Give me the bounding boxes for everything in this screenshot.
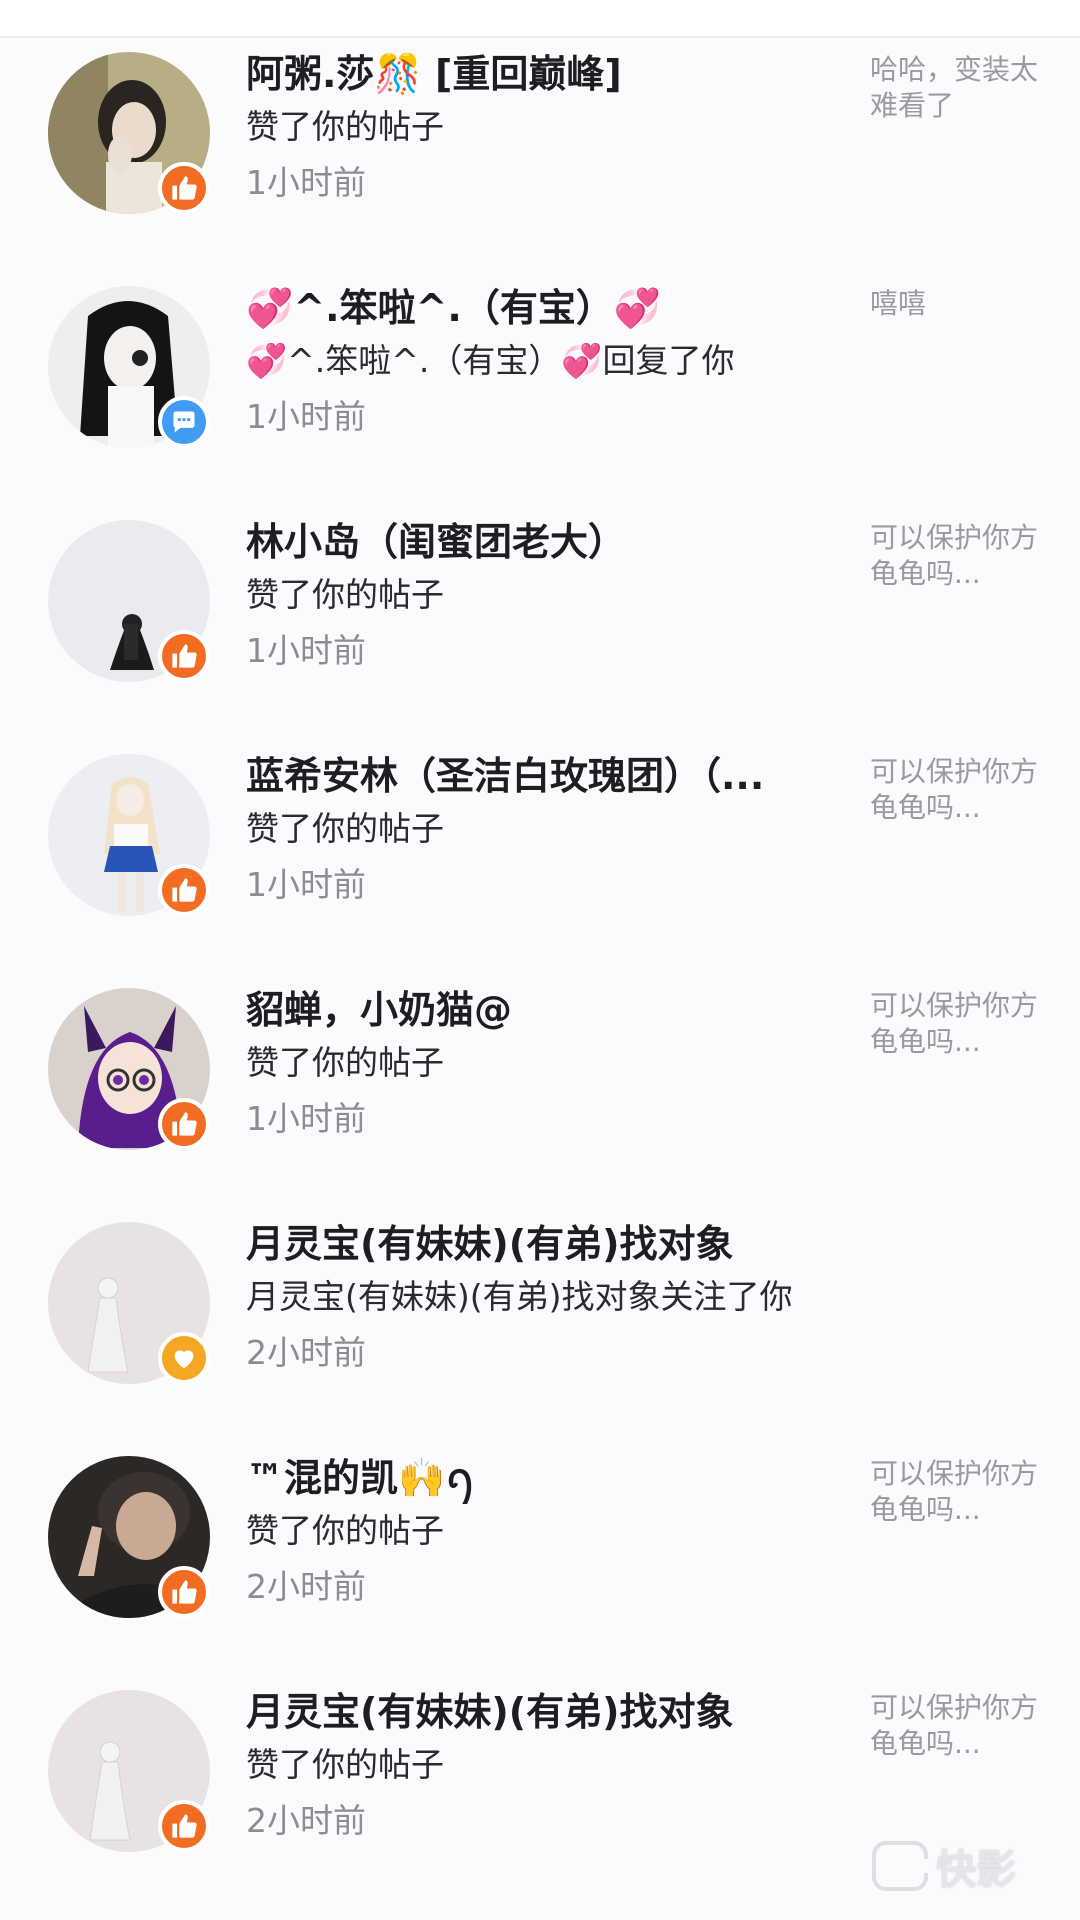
notification-item[interactable]: 💞^.笨啦^.（有宝）💞 💞^.笨啦^.（有宝）💞回复了你 1小时前 嘻嘻 bbox=[0, 272, 1080, 506]
notification-text: 赞了你的帖子 bbox=[246, 1043, 444, 1082]
post-preview[interactable]: 哈哈，变装太难看了 bbox=[870, 52, 1040, 124]
sender-name[interactable]: 蓝希安林（圣洁白玫瑰团）（... bbox=[246, 750, 846, 802]
notification-text: 赞了你的帖子 bbox=[246, 575, 444, 614]
comment-icon bbox=[158, 396, 210, 448]
timestamp: 2小时前 bbox=[246, 1567, 366, 1606]
thumbs-up-icon bbox=[158, 1800, 210, 1852]
sender-name[interactable]: 月灵宝(有妹妹)(有弟)找对象 bbox=[246, 1218, 846, 1270]
post-preview[interactable]: 嘻嘻 bbox=[870, 286, 1040, 322]
notification-list: 阿粥.莎🎊 [重回巅峰] 赞了你的帖子 1小时前 哈哈，变装太难看了 💞^.笨啦… bbox=[0, 38, 1080, 1910]
notification-item[interactable]: 阿粥.莎🎊 [重回巅峰] 赞了你的帖子 1小时前 哈哈，变装太难看了 bbox=[0, 38, 1080, 272]
notification-item[interactable]: 月灵宝(有妹妹)(有弟)找对象 月灵宝(有妹妹)(有弟)找对象关注了你 2小时前 bbox=[0, 1208, 1080, 1442]
watermark-text: 快影 bbox=[936, 1847, 1016, 1893]
timestamp: 2小时前 bbox=[246, 1801, 366, 1840]
timestamp: 1小时前 bbox=[246, 631, 366, 670]
top-bar bbox=[0, 0, 1080, 38]
thumbs-up-icon bbox=[158, 630, 210, 682]
post-preview[interactable]: 可以保护你方龟龟吗... bbox=[870, 988, 1040, 1060]
post-preview[interactable]: 可以保护你方龟龟吗... bbox=[870, 1456, 1040, 1528]
timestamp: 1小时前 bbox=[246, 1099, 366, 1138]
post-preview[interactable]: 可以保护你方龟龟吗... bbox=[870, 754, 1040, 826]
camera-logo-icon bbox=[872, 1841, 928, 1891]
timestamp: 1小时前 bbox=[246, 163, 366, 202]
thumbs-up-icon bbox=[158, 162, 210, 214]
notification-item[interactable]: ™混的凯🙌ꪆ 赞了你的帖子 2小时前 可以保护你方龟龟吗... bbox=[0, 1442, 1080, 1676]
sender-name[interactable]: 林小岛（闺蜜团老大） bbox=[246, 516, 846, 568]
timestamp: 1小时前 bbox=[246, 397, 366, 436]
notification-item[interactable]: 林小岛（闺蜜团老大） 赞了你的帖子 1小时前 可以保护你方龟龟吗... bbox=[0, 506, 1080, 740]
thumbs-up-icon bbox=[158, 1098, 210, 1150]
thumbs-up-icon bbox=[158, 864, 210, 916]
sender-name[interactable]: 月灵宝(有妹妹)(有弟)找对象 bbox=[246, 1686, 846, 1738]
heart-icon bbox=[158, 1332, 210, 1384]
notification-text: 💞^.笨啦^.（有宝）💞回复了你 bbox=[246, 341, 735, 380]
notification-text: 赞了你的帖子 bbox=[246, 1745, 444, 1784]
post-preview[interactable]: 可以保护你方龟龟吗... bbox=[870, 520, 1040, 592]
notification-text: 月灵宝(有妹妹)(有弟)找对象关注了你 bbox=[246, 1277, 793, 1316]
notification-text: 赞了你的帖子 bbox=[246, 1511, 444, 1550]
notification-item[interactable]: 貂蝉，小奶猫@ 赞了你的帖子 1小时前 可以保护你方龟龟吗... bbox=[0, 974, 1080, 1208]
notification-item[interactable]: 蓝希安林（圣洁白玫瑰团）（... 赞了你的帖子 1小时前 可以保护你方龟龟吗..… bbox=[0, 740, 1080, 974]
timestamp: 1小时前 bbox=[246, 865, 366, 904]
timestamp: 2小时前 bbox=[246, 1333, 366, 1372]
sender-name[interactable]: 💞^.笨啦^.（有宝）💞 bbox=[246, 282, 846, 334]
thumbs-up-icon bbox=[158, 1566, 210, 1618]
notification-text: 赞了你的帖子 bbox=[246, 107, 444, 146]
sender-name[interactable]: 貂蝉，小奶猫@ bbox=[246, 984, 846, 1036]
kuaiying-watermark: 快影 bbox=[872, 1836, 1016, 1896]
post-preview[interactable]: 可以保护你方龟龟吗... bbox=[870, 1690, 1040, 1762]
sender-name[interactable]: 阿粥.莎🎊 [重回巅峰] bbox=[246, 48, 846, 100]
notification-text: 赞了你的帖子 bbox=[246, 809, 444, 848]
sender-name[interactable]: ™混的凯🙌ꪆ bbox=[246, 1452, 846, 1504]
